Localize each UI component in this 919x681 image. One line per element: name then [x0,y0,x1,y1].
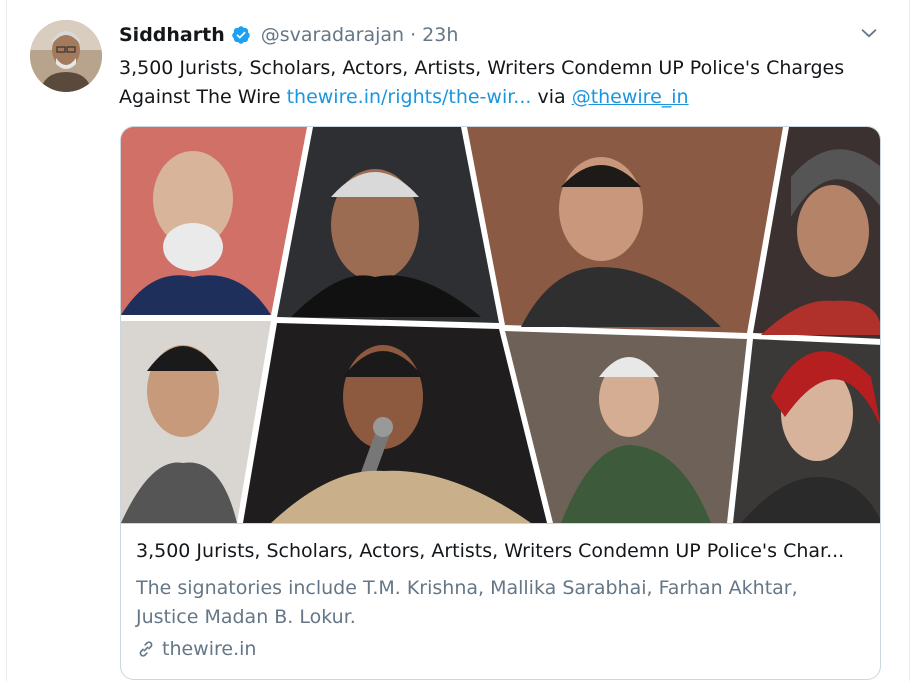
card-description: The signatories include T.M. Krishna, Ma… [136,577,798,628]
card-domain[interactable]: thewire.in [136,638,256,660]
card-title[interactable]: 3,500 Jurists, Scholars, Actors, Artists… [136,540,866,562]
author-name[interactable]: Siddharth [119,24,225,46]
tweet-text: 3,500 Jurists, Scholars, Actors, Artists… [119,54,889,112]
via-label: via [537,86,566,108]
link-icon [139,641,153,657]
avatar-photo [30,20,102,92]
tweet-timestamp[interactable]: 23h [422,24,458,46]
tweet-link[interactable]: thewire.in/rights/the-wir... [287,86,532,108]
author-handle[interactable]: @svaradarajan [261,24,404,46]
verified-badge-icon [231,26,250,44]
header-separator: · [410,24,417,46]
tweet-header: Siddharth @svaradarajan · 23h [119,20,458,50]
card-image[interactable] [121,127,880,523]
mention-link[interactable]: @thewire_in [572,86,689,108]
chevron-down-icon[interactable] [858,22,880,44]
link-preview-card[interactable]: 3,500 Jurists, Scholars, Actors, Artists… [120,126,881,680]
card-body[interactable]: 3,500 Jurists, Scholars, Actors, Artists… [121,523,880,679]
author-avatar[interactable] [30,20,102,92]
card-photo-collage [121,127,880,523]
card-domain-text: thewire.in [162,638,257,660]
